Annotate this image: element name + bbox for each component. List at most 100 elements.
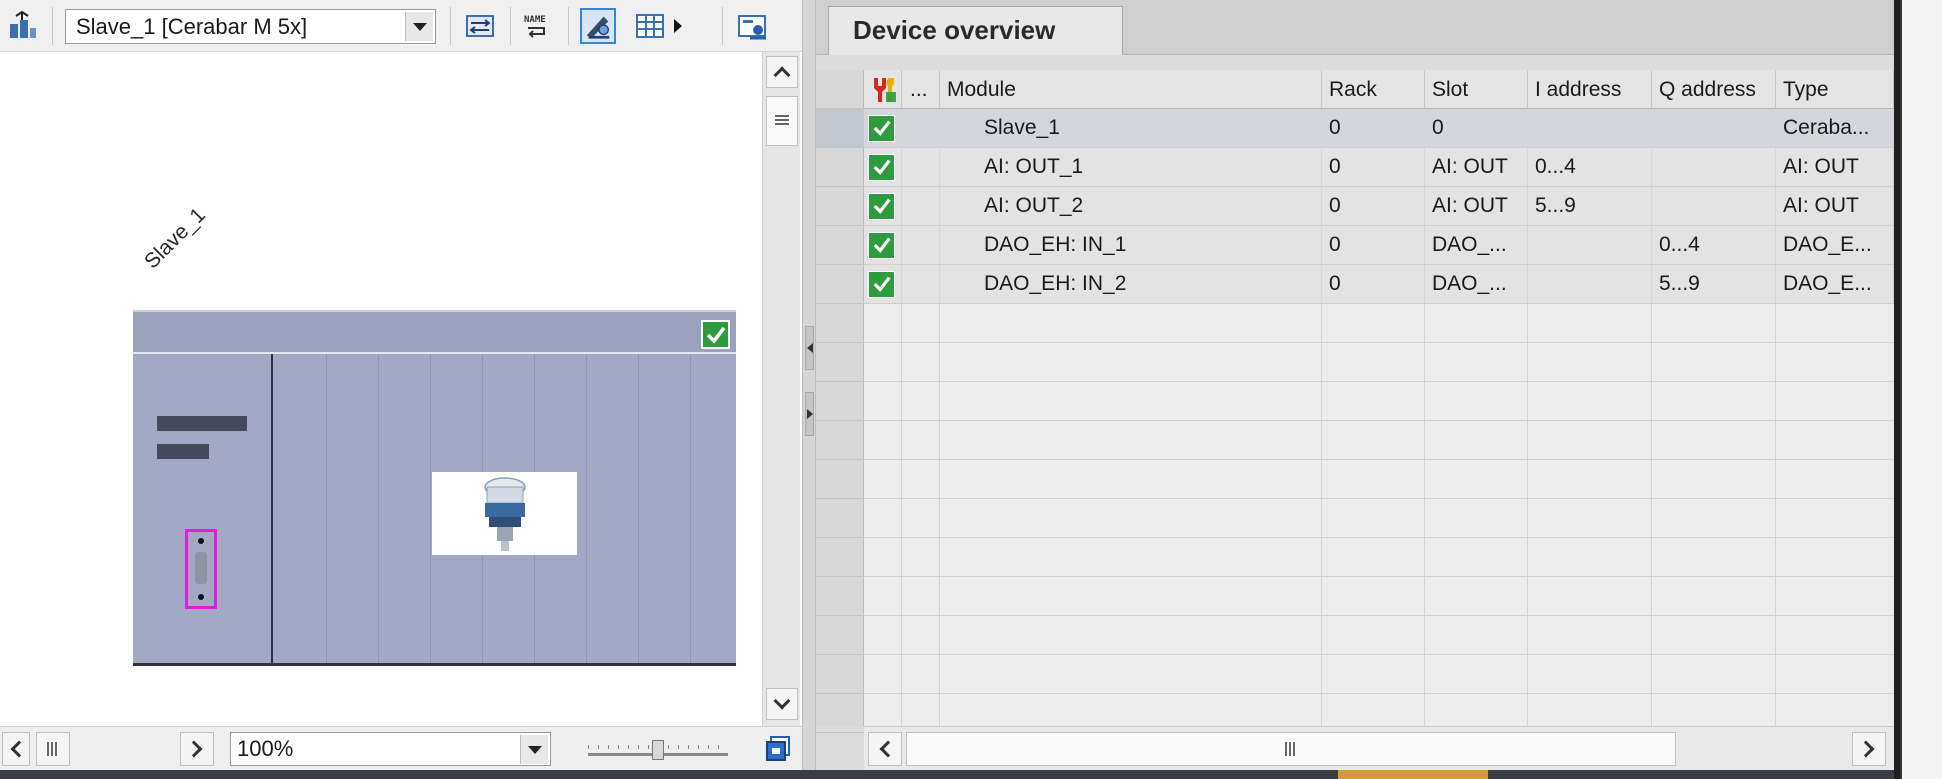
scroll-left-button[interactable] xyxy=(868,732,902,766)
show-module-labels-icon[interactable] xyxy=(580,8,616,44)
vertical-scroll-thumb[interactable] xyxy=(766,96,798,146)
row-handle[interactable] xyxy=(816,499,864,538)
device-properties-icon[interactable] xyxy=(734,8,770,44)
device-view-toolbar: Slave_1 [Cerabar M 5x] NAME xyxy=(0,0,802,52)
swap-icon[interactable] xyxy=(462,8,498,44)
column-divider xyxy=(1775,304,1776,726)
row-handle[interactable] xyxy=(816,187,864,226)
q-address-cell[interactable]: 0...4 xyxy=(1652,226,1776,265)
column-header-more[interactable]: ... xyxy=(902,70,940,109)
row-status-cell[interactable] xyxy=(864,226,902,265)
row-extra-cell xyxy=(902,226,940,265)
column-header-module[interactable]: Module xyxy=(940,70,1322,109)
i-address-cell[interactable] xyxy=(1528,265,1652,304)
device-name-label: Slave_1 xyxy=(140,203,210,274)
device-canvas[interactable]: Slave_1 xyxy=(0,52,760,726)
tab-device-overview[interactable]: Device overview xyxy=(828,6,1123,55)
row-handle[interactable] xyxy=(816,265,864,304)
q-address-cell[interactable] xyxy=(1652,109,1776,148)
horizontal-scroll-thumb[interactable] xyxy=(36,732,70,766)
i-address-cell[interactable]: 0...4 xyxy=(1528,148,1652,187)
row-extra-cell xyxy=(902,109,940,148)
column-header-i-address[interactable]: I address xyxy=(1528,70,1652,109)
row-handle[interactable] xyxy=(816,226,864,265)
module-cell[interactable]: Slave_1 xyxy=(940,109,1322,148)
more-arrow-icon[interactable] xyxy=(670,8,686,44)
collapse-left-button[interactable] xyxy=(805,326,814,370)
horizontal-scroll-thumb[interactable] xyxy=(906,732,1676,766)
svg-text:NAME: NAME xyxy=(524,15,546,25)
row-handle[interactable] xyxy=(816,577,864,616)
i-address-cell[interactable]: 5...9 xyxy=(1528,187,1652,226)
column-header-slot[interactable]: Slot xyxy=(1425,70,1528,109)
column-divider xyxy=(939,304,940,726)
row-status-cell[interactable] xyxy=(864,148,902,187)
column-header-type[interactable]: Type xyxy=(1776,70,1894,109)
zoom-dropdown-button[interactable] xyxy=(520,735,548,764)
grid-icon[interactable] xyxy=(632,8,668,44)
row-handle[interactable] xyxy=(816,382,864,421)
arrow-right-icon xyxy=(806,409,813,419)
canvas-vertical-scrollbar[interactable] xyxy=(762,52,800,726)
zoom-select[interactable]: 100% xyxy=(230,732,551,766)
toolbar-separator xyxy=(722,7,723,45)
column-header-q-address[interactable]: Q address xyxy=(1652,70,1776,109)
empty-rows-area[interactable] xyxy=(864,304,1894,726)
overview-horizontal-scrollbar[interactable] xyxy=(864,726,1894,770)
type-cell: AI: OUT xyxy=(1776,148,1894,187)
row-handle[interactable] xyxy=(816,304,864,343)
row-handle[interactable] xyxy=(816,343,864,382)
zoom-slider-thumb[interactable] xyxy=(652,740,664,760)
row-handle[interactable] xyxy=(816,655,864,694)
rack-cell: 0 xyxy=(1322,187,1425,226)
collapse-right-button[interactable] xyxy=(805,392,814,436)
head-module[interactable] xyxy=(133,354,273,663)
profibus-port[interactable] xyxy=(185,529,217,609)
side-panel-edge xyxy=(1900,0,1942,779)
row-handle[interactable] xyxy=(816,538,864,577)
row-handle[interactable] xyxy=(816,616,864,655)
chevron-down-icon xyxy=(773,692,791,710)
arrow-left-icon xyxy=(806,343,813,353)
i-address-cell[interactable] xyxy=(1528,226,1652,265)
row-status-cell[interactable] xyxy=(864,187,902,226)
module-cell[interactable]: DAO_EH: IN_2 xyxy=(940,265,1322,304)
row-handle[interactable] xyxy=(816,421,864,460)
slot-cell: AI: OUT xyxy=(1425,148,1528,187)
i-address-cell[interactable] xyxy=(1528,109,1652,148)
scroll-left-button[interactable] xyxy=(2,732,30,766)
toolbar-separator xyxy=(510,7,511,45)
row-handle[interactable] xyxy=(816,460,864,499)
row-handle[interactable] xyxy=(816,694,864,733)
network-view-icon[interactable] xyxy=(4,8,40,44)
module-cell[interactable]: AI: OUT_1 xyxy=(940,148,1322,187)
device-select[interactable]: Slave_1 [Cerabar M 5x] xyxy=(65,9,436,44)
type-cell: Ceraba... xyxy=(1776,109,1894,148)
device-rack[interactable] xyxy=(133,310,736,666)
column-header-rack[interactable]: Rack xyxy=(1322,70,1425,109)
row-extra-cell xyxy=(902,265,940,304)
panel-splitter[interactable] xyxy=(802,0,816,770)
sync-view-icon[interactable] xyxy=(764,731,794,765)
q-address-cell[interactable] xyxy=(1652,148,1776,187)
column-divider xyxy=(1321,304,1322,726)
scroll-down-button[interactable] xyxy=(766,688,798,720)
row-handle[interactable] xyxy=(816,148,864,187)
scroll-right-button[interactable] xyxy=(1852,732,1886,766)
scroll-up-button[interactable] xyxy=(766,56,798,88)
chevron-right-icon xyxy=(185,740,203,758)
row-status-cell[interactable] xyxy=(864,265,902,304)
module-cell[interactable]: DAO_EH: IN_1 xyxy=(940,226,1322,265)
device-select-dropdown-button[interactable] xyxy=(405,12,433,41)
scroll-right-button[interactable] xyxy=(180,732,214,766)
name-icon[interactable]: NAME xyxy=(520,8,556,44)
status-ok-icon xyxy=(868,192,895,220)
q-address-cell[interactable]: 5...9 xyxy=(1652,265,1776,304)
column-header-status[interactable] xyxy=(864,70,902,109)
row-handle[interactable] xyxy=(816,109,864,148)
q-address-cell[interactable] xyxy=(1652,187,1776,226)
row-status-cell[interactable] xyxy=(864,109,902,148)
rack-header xyxy=(133,310,736,354)
zoom-slider[interactable] xyxy=(588,735,728,763)
module-cell[interactable]: AI: OUT_2 xyxy=(940,187,1322,226)
